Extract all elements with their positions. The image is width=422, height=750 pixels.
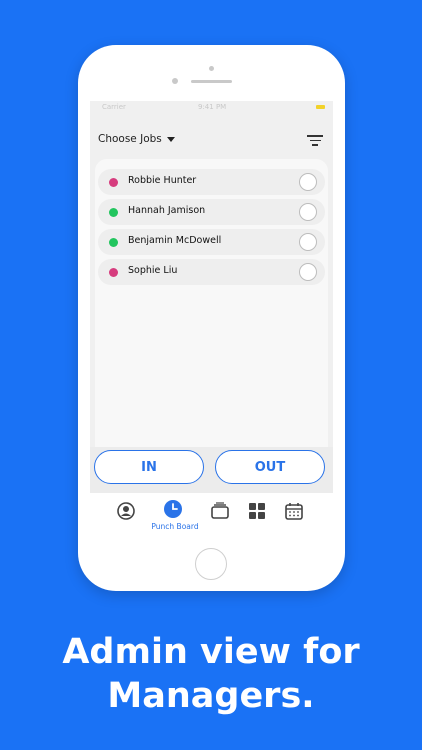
status-dot — [109, 268, 118, 277]
app-screen: Carrier 9:41 PM Choose Jobs Robbie Hunte… — [90, 101, 333, 537]
sensor — [209, 66, 214, 71]
filter-icon[interactable] — [307, 135, 323, 147]
worker-row[interactable]: Benjamin McDowell — [98, 229, 325, 255]
select-radio[interactable] — [299, 173, 317, 191]
select-radio[interactable] — [299, 233, 317, 251]
worker-row[interactable]: Hannah Jamison — [98, 199, 325, 225]
worker-row[interactable]: Robbie Hunter — [98, 169, 325, 195]
cards-icon[interactable] — [210, 501, 230, 521]
battery-icon — [316, 105, 325, 109]
caret-down-icon — [166, 136, 175, 142]
select-radio[interactable] — [299, 203, 317, 221]
status-time: 9:41 PM — [198, 103, 227, 111]
punch-in-button[interactable]: IN — [94, 450, 204, 484]
headline-line-1: Admin view for — [62, 632, 360, 672]
front-camera — [172, 78, 178, 84]
choose-jobs-dropdown[interactable]: Choose Jobs — [98, 133, 175, 145]
status-dot — [109, 238, 118, 247]
carrier-label: Carrier — [102, 103, 126, 111]
jobs-header: Choose Jobs — [90, 127, 333, 157]
grid-icon[interactable] — [247, 501, 267, 521]
punch-out-button[interactable]: OUT — [215, 450, 325, 484]
select-radio[interactable] — [299, 263, 317, 281]
status-dot — [109, 178, 118, 187]
worker-list: Robbie Hunter Hannah Jamison Benjamin Mc… — [95, 159, 328, 449]
phone-frame: Carrier 9:41 PM Choose Jobs Robbie Hunte… — [78, 45, 345, 591]
punch-actions: IN OUT — [90, 447, 333, 493]
choose-jobs-label: Choose Jobs — [98, 133, 162, 145]
tab-label-punch-board[interactable]: Punch Board — [147, 522, 203, 531]
calendar-icon[interactable] — [284, 501, 304, 521]
clock-icon[interactable] — [163, 499, 183, 519]
marketing-headline: Admin view for Managers. — [0, 630, 422, 718]
status-bar: Carrier 9:41 PM — [90, 101, 333, 113]
tab-bar: Punch Board — [90, 493, 333, 537]
status-dot — [109, 208, 118, 217]
speaker-grille — [191, 80, 232, 83]
worker-name: Benjamin McDowell — [128, 235, 222, 246]
home-button[interactable] — [195, 548, 227, 580]
worker-row[interactable]: Sophie Liu — [98, 259, 325, 285]
headline-line-2: Managers. — [107, 676, 315, 716]
worker-name: Sophie Liu — [128, 265, 178, 276]
worker-name: Hannah Jamison — [128, 205, 206, 216]
worker-name: Robbie Hunter — [128, 175, 197, 186]
profile-icon[interactable] — [116, 501, 136, 521]
